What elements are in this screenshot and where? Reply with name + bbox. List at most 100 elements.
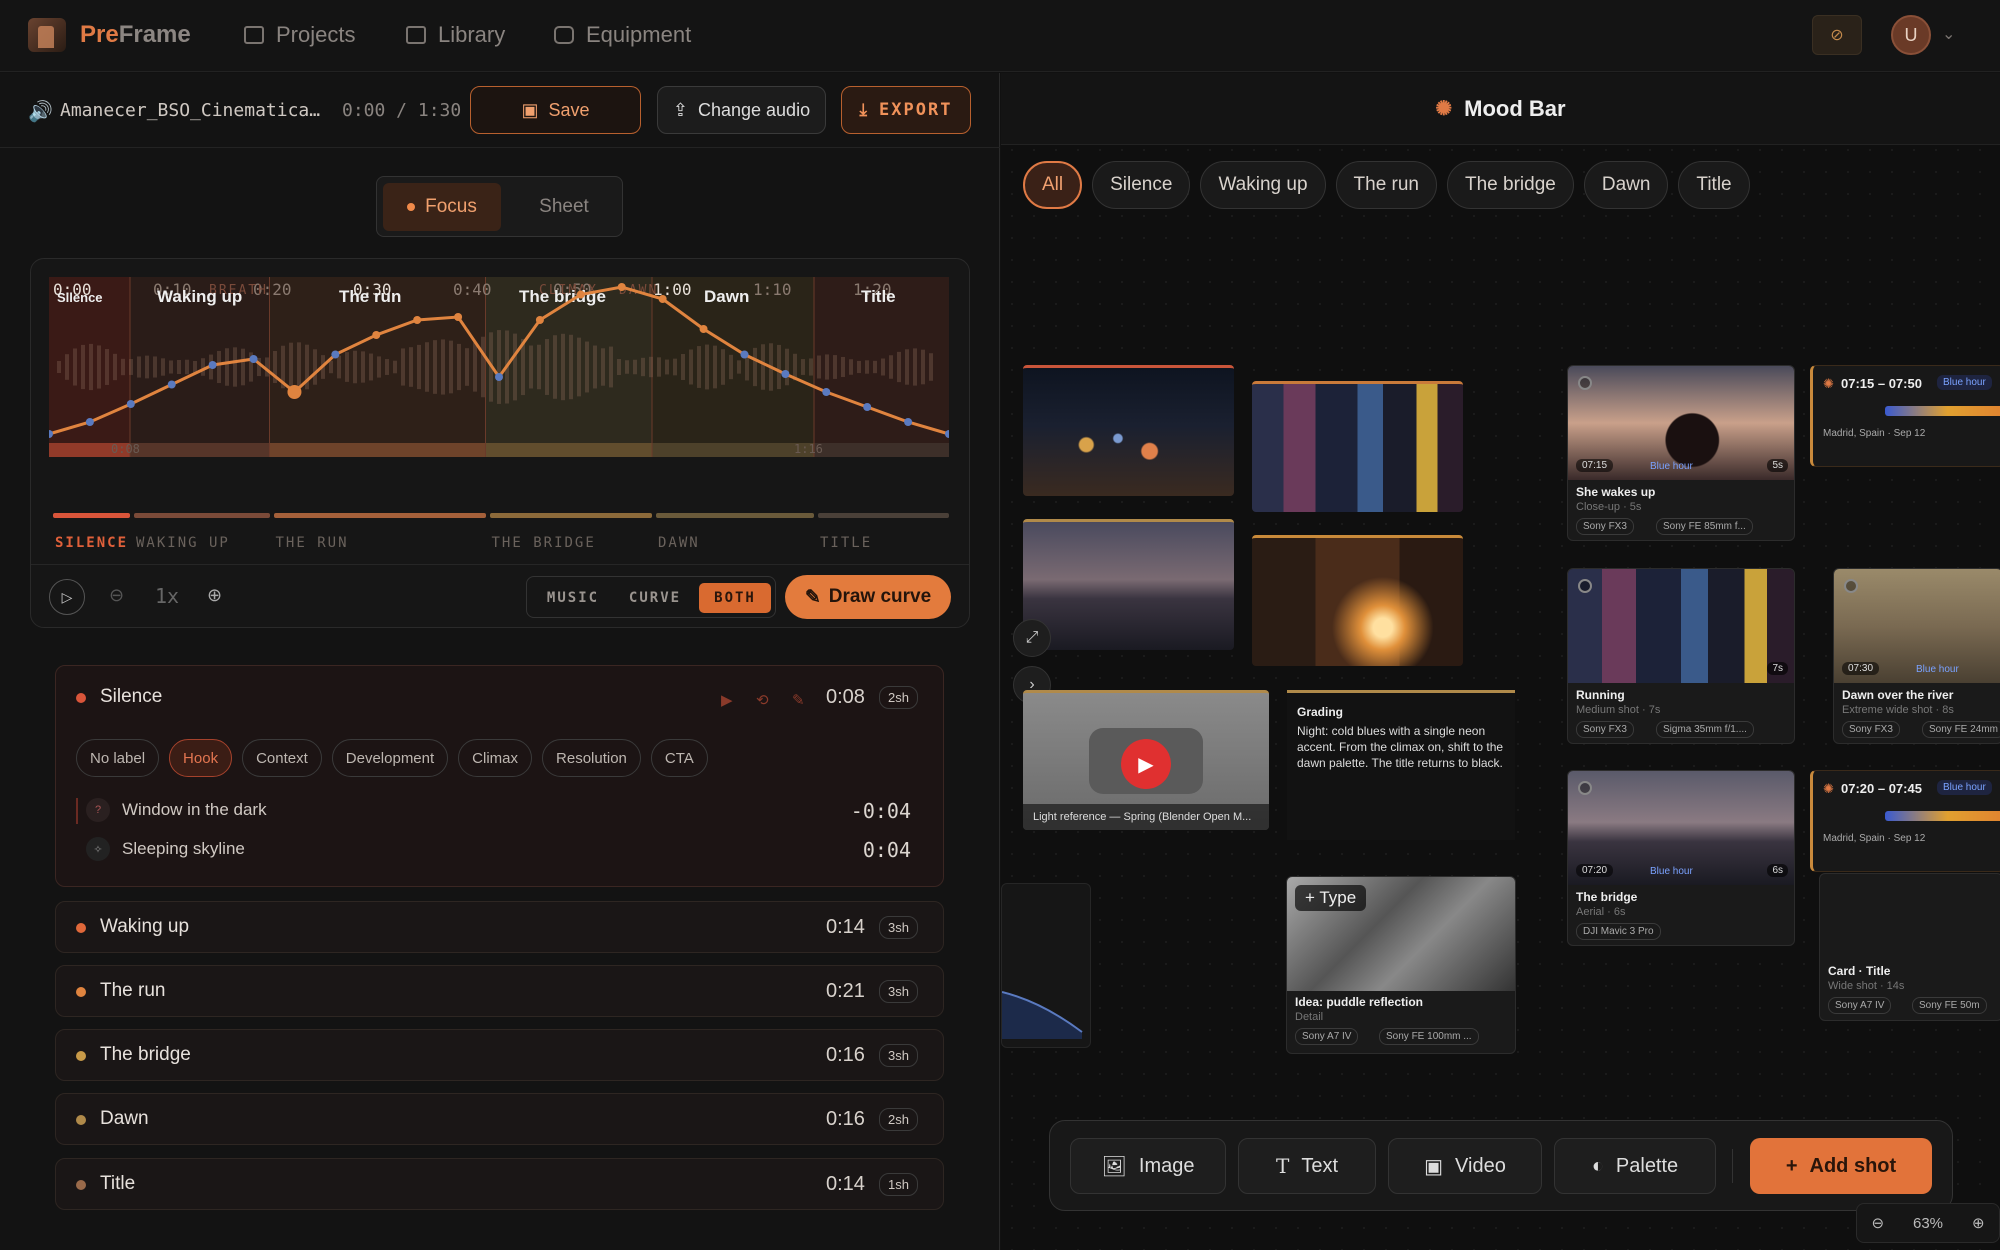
tab-focus[interactable]: Focus	[383, 183, 501, 231]
filter-title[interactable]: Title	[1678, 161, 1750, 209]
mode-both[interactable]: BOTH	[699, 583, 771, 613]
view-toggle: Focus Sheet	[376, 176, 623, 237]
chip-context[interactable]: Context	[242, 739, 322, 777]
filter-the-bridge[interactable]: The bridge	[1447, 161, 1574, 209]
expand-icon[interactable]: ⤢	[1013, 619, 1051, 657]
chevron-down-icon[interactable]: ⌄	[1942, 24, 1955, 44]
nav-equipment[interactable]: Equipment	[554, 22, 691, 48]
segment-bar[interactable]	[273, 513, 486, 518]
chip-cta[interactable]: CTA	[650, 739, 708, 777]
image-city-lights[interactable]	[1023, 365, 1234, 496]
chip-development[interactable]: Development	[331, 739, 449, 777]
select-icon[interactable]	[1578, 781, 1592, 795]
play-button[interactable]: ▷	[49, 579, 85, 615]
type-button[interactable]: + Type	[1295, 885, 1367, 911]
segment-bar[interactable]	[489, 513, 652, 518]
idea-card[interactable]: + Type Idea: puddle reflection Detail So…	[1286, 876, 1516, 1054]
draw-curve-button[interactable]: ✎ Draw curve	[785, 575, 951, 619]
beat-row[interactable]: ? Window in the dark	[86, 798, 267, 822]
segment-bar[interactable]	[134, 513, 270, 518]
section-waking-up[interactable]: Waking up 0:14 3sh	[55, 901, 944, 953]
tab-sheet[interactable]: Sheet	[511, 183, 617, 231]
add-text-button[interactable]: T Text	[1238, 1138, 1376, 1194]
filter-all[interactable]: All	[1023, 161, 1083, 209]
filter-silence[interactable]: Silence	[1092, 161, 1191, 209]
app-logo[interactable]: PreFrame	[28, 18, 191, 52]
image-bridge-dawn[interactable]	[1023, 519, 1234, 650]
filter-waking-up[interactable]: Waking up	[1200, 161, 1326, 209]
segment-bar[interactable]	[818, 513, 949, 518]
light-window-card[interactable]: ✺ 07:20 – 07:45 Blue hour Madrid, Spain …	[1810, 770, 2000, 872]
speaker-icon[interactable]: 🔊	[28, 99, 53, 124]
partial-curve-card[interactable]	[1001, 883, 1091, 1048]
section-the-bridge[interactable]: The bridge 0:16 3sh	[55, 1029, 944, 1081]
change-audio-button[interactable]: ⇪ Change audio	[657, 86, 826, 134]
hide-light-button[interactable]: ⊘	[1812, 15, 1862, 55]
nav-library[interactable]: Library	[406, 22, 505, 48]
curve-point	[740, 350, 749, 359]
mode-curve[interactable]: CURVE	[617, 583, 693, 613]
waveform-bar	[545, 339, 549, 395]
beat-time: -0:04	[850, 799, 911, 823]
nav-projects[interactable]: Projects	[244, 22, 355, 48]
play-icon[interactable]: ▶	[721, 691, 733, 709]
segment-bar[interactable]	[53, 513, 130, 518]
select-icon[interactable]	[1578, 579, 1592, 593]
zoom-out-icon[interactable]: ⊖	[1871, 1214, 1884, 1232]
waveform-bar	[729, 354, 733, 380]
shot-card[interactable]: Card · Title Wide shot · 14s Sony A7 IV …	[1819, 873, 2000, 1021]
folder-icon	[244, 26, 264, 44]
waveform-bar	[753, 347, 757, 387]
light-window-card[interactable]: ✺ 07:15 – 07:50 Blue hour Madrid, Spain …	[1810, 365, 2000, 467]
select-icon[interactable]	[1578, 376, 1592, 390]
add-image-button[interactable]: 🖼 Image	[1070, 1138, 1226, 1194]
pencil-icon[interactable]: ✎	[792, 691, 805, 709]
section-title[interactable]: Title 0:14 1sh	[55, 1158, 944, 1210]
chip-no-label[interactable]: No label	[76, 739, 160, 777]
add-video-button[interactable]: ▣ Video	[1388, 1138, 1542, 1194]
chip-climax[interactable]: Climax	[458, 739, 533, 777]
timeline-chart[interactable]: 0:00 0:10 0:20 0:30 0:40 0:50 1:00 1:10 1:20BREA…	[49, 277, 949, 492]
grading-note[interactable]: Grading Night: cold blues with a single …	[1287, 690, 1515, 840]
video-reference-card[interactable]: ▶ Light reference — Spring (Blender Open…	[1023, 690, 1269, 830]
waveform-bar	[777, 344, 781, 390]
image-neon-street[interactable]	[1252, 381, 1463, 512]
waveform-bar	[689, 349, 693, 385]
shot-card[interactable]: 07:20 Blue hour 6s The bridge Aerial · 6…	[1567, 770, 1795, 946]
section-the-run[interactable]: The run 0:21 3sh	[55, 965, 944, 1017]
zoom-in-icon[interactable]: ⊕	[207, 585, 222, 606]
section-dawn[interactable]: Dawn 0:16 2sh	[55, 1093, 944, 1145]
waveform-bar	[345, 352, 349, 382]
waveform-bar	[561, 333, 565, 401]
shot-card[interactable]: 07:15 Blue hour 5s She wakes up Close-up…	[1567, 365, 1795, 541]
plus-icon: +	[1785, 1154, 1798, 1177]
select-icon[interactable]	[1844, 579, 1858, 593]
zoom-out-icon[interactable]: ⊖	[109, 585, 124, 606]
chip-hook[interactable]: Hook	[169, 739, 233, 777]
save-button[interactable]: ▣ Save	[470, 86, 641, 134]
beat-row[interactable]: ✧ Sleeping skyline	[86, 837, 245, 861]
section-duration: 0:21	[826, 980, 865, 1002]
section-silence[interactable]: Silence ▶ ⟲ ✎ 0:08 2sh No label Hook Con…	[55, 665, 944, 887]
loop-icon[interactable]: ⟲	[756, 691, 769, 709]
image-sunrise-alley[interactable]	[1252, 535, 1463, 666]
section-label: Waking up	[157, 287, 242, 306]
image-icon: 🖼	[1101, 1155, 1127, 1178]
section-dot	[76, 1115, 86, 1125]
shot-card[interactable]: 07:30 Blue hour Dawn over the river Extr…	[1833, 568, 2000, 744]
play-icon[interactable]: ▶	[1121, 739, 1171, 789]
filter-the-run[interactable]: The run	[1335, 161, 1437, 209]
shot-card[interactable]: 7s Running Medium shot · 7s Sony FX3 Sig…	[1567, 568, 1795, 744]
section-duration: 0:08	[826, 686, 865, 708]
section-title: The run	[100, 980, 166, 1001]
mode-music[interactable]: MUSIC	[535, 583, 611, 613]
avatar[interactable]: U	[1891, 15, 1931, 55]
chip-resolution[interactable]: Resolution	[542, 739, 641, 777]
filter-dawn[interactable]: Dawn	[1583, 161, 1669, 209]
segment-bar[interactable]	[656, 513, 814, 518]
add-palette-button[interactable]: ◐ Palette	[1554, 1138, 1716, 1194]
filter-row: All Silence Waking up The run The bridge Dawn…	[1023, 161, 1750, 209]
export-button[interactable]: ⤓ EXPORT	[841, 86, 971, 134]
zoom-in-icon[interactable]: ⊕	[1972, 1214, 1985, 1232]
add-shot-button[interactable]: + Add shot	[1750, 1138, 1932, 1194]
